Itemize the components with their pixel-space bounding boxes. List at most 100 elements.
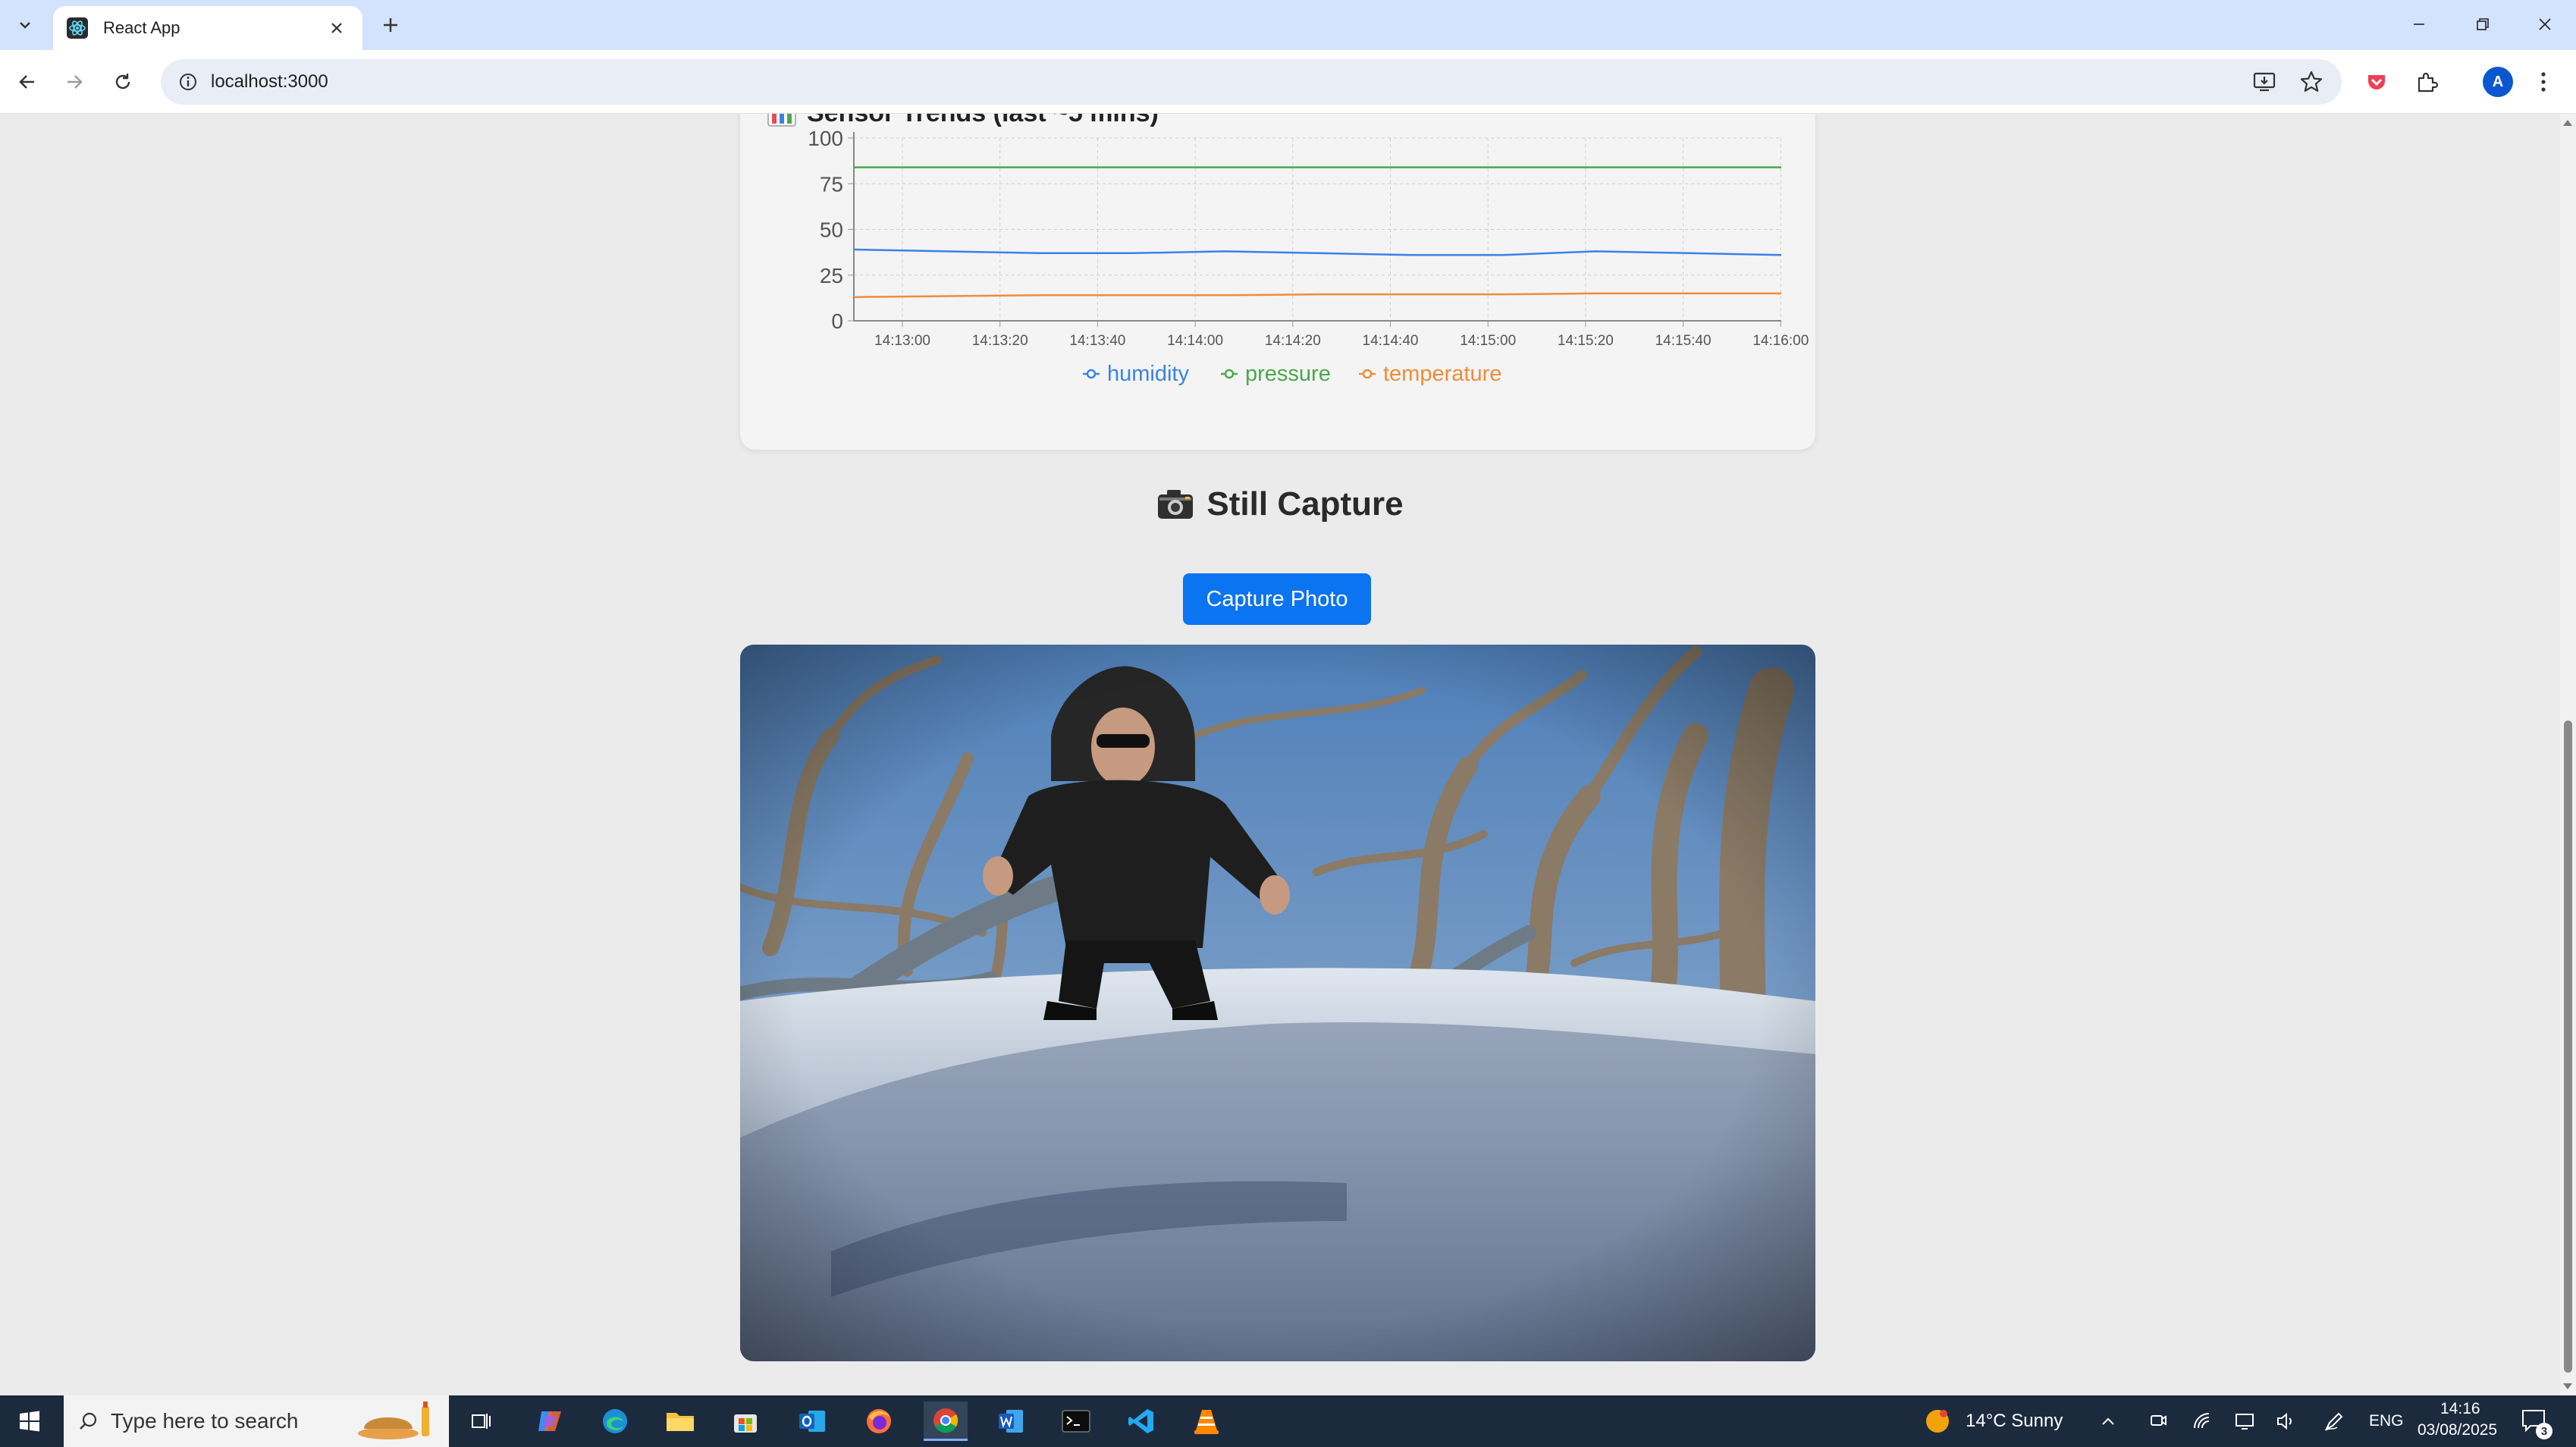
camera-icon	[1158, 490, 1194, 519]
clock-date[interactable]: 03/08/2025	[2418, 1421, 2497, 1439]
chrome-icon	[933, 1408, 959, 1433]
tab-search-button[interactable]	[9, 9, 41, 41]
minimize-button[interactable]	[2396, 8, 2442, 41]
x-tick-label: 14:13:40	[1069, 333, 1125, 349]
legend-marker-temperature	[1362, 369, 1373, 379]
url-text: localhost:3000	[211, 71, 328, 92]
extension-pocket-button[interactable]	[2358, 64, 2395, 100]
browser-toolbar: localhost:3000	[0, 50, 2576, 114]
captured-photo-image	[740, 645, 1815, 1361]
capture-photo-button[interactable]: Capture Photo	[1183, 573, 1371, 625]
x-tick-label: 14:15:20	[1558, 333, 1614, 349]
legend-label-humidity: humidity	[1107, 362, 1189, 386]
arrow-right-icon	[67, 75, 83, 89]
display-button[interactable]	[2229, 1401, 2260, 1441]
sensor-line-chart: 0 25 50 75 100 14:13:00 14:13:20 14:13:40 14:14:…	[808, 127, 1809, 386]
weather-text[interactable]: 14°C Sunny	[1966, 1411, 2063, 1432]
legend-marker-pressure	[1224, 369, 1235, 379]
more-vertical-icon	[2541, 72, 2546, 92]
scrollbar-thumb[interactable]	[2564, 720, 2572, 1373]
browser-tab[interactable]: React App	[53, 6, 362, 50]
page-viewport: 0 25 50 75 100 14:13:00 14:13:20 14:13:40 14:14:…	[0, 114, 2560, 1395]
y-tick-label: 75	[820, 172, 843, 196]
x-tick-label: 14:15:00	[1460, 333, 1516, 349]
tab-strip: React App	[0, 0, 2576, 50]
scroll-up-arrow[interactable]	[2563, 120, 2572, 126]
reload-button[interactable]	[106, 65, 140, 99]
vscode-button[interactable]	[1119, 1401, 1163, 1441]
arrow-left-icon	[19, 75, 34, 89]
x-tick-label: 14:13:20	[972, 333, 1028, 349]
vlc-button[interactable]	[1184, 1401, 1228, 1441]
chevron-down-icon	[20, 22, 30, 29]
chrome-button[interactable]	[924, 1401, 968, 1441]
y-tick-label: 25	[820, 264, 843, 287]
volume-button[interactable]	[2270, 1401, 2301, 1441]
reload-icon	[115, 74, 130, 89]
x-tick-label: 14:15:40	[1655, 333, 1712, 349]
terminal-icon	[1062, 1410, 1090, 1433]
wifi-icon	[2194, 1413, 2210, 1429]
notification-count-badge: 3	[2536, 1423, 2552, 1439]
pen-button[interactable]	[2319, 1401, 2349, 1441]
clock-time[interactable]: 14:16	[2440, 1400, 2480, 1418]
forward-button[interactable]	[58, 65, 91, 99]
firefox-button[interactable]	[857, 1401, 901, 1441]
tab-close-button[interactable]	[325, 16, 349, 40]
meet-icon	[2151, 1415, 2167, 1426]
edge-button[interactable]	[593, 1401, 637, 1441]
chevron-up-icon	[2102, 1417, 2114, 1425]
vlc-icon	[1194, 1410, 1219, 1434]
close-window-button[interactable]	[2522, 8, 2568, 41]
restore-icon	[2477, 18, 2489, 30]
language-indicator[interactable]: ENG	[2369, 1412, 2404, 1430]
taskbar-search-box[interactable]: Type here to search	[64, 1395, 449, 1447]
back-button[interactable]	[11, 65, 44, 99]
y-tick-label: 50	[820, 218, 843, 242]
scroll-down-arrow[interactable]	[2563, 1383, 2572, 1389]
bookmark-star-icon[interactable]	[2299, 70, 2323, 94]
meet-now-button[interactable]	[2143, 1401, 2173, 1441]
task-view-button[interactable]	[460, 1401, 504, 1441]
windows-taskbar: Type here to search 14°C Sunny ENG 14:16…	[0, 1395, 2576, 1447]
page-scrollbar[interactable]	[2560, 114, 2576, 1395]
series-line-temperature	[853, 292, 1781, 298]
microsoft-store-button[interactable]	[723, 1401, 767, 1441]
close-icon	[331, 23, 342, 33]
monitor-icon	[2236, 1414, 2254, 1430]
install-app-icon[interactable]	[2252, 70, 2276, 94]
store-icon	[734, 1414, 757, 1433]
browser-menu-button[interactable]	[2525, 64, 2562, 100]
terminal-button[interactable]	[1054, 1401, 1098, 1441]
new-tab-button[interactable]	[375, 9, 406, 41]
x-tick-label: 14:13:00	[874, 333, 930, 349]
search-icon	[80, 1412, 97, 1430]
restore-button[interactable]	[2460, 8, 2505, 41]
word-button[interactable]	[989, 1401, 1033, 1441]
extensions-button[interactable]	[2408, 64, 2445, 100]
chart-title-text: Sensor Trends (last ~5 mins)	[807, 114, 1159, 128]
legend-marker-humidity	[1086, 369, 1097, 379]
network-button[interactable]	[2187, 1401, 2217, 1441]
outlook-icon	[799, 1411, 825, 1432]
windows-logo-icon	[20, 1411, 39, 1432]
taskbar-search-placeholder: Type here to search	[111, 1409, 299, 1433]
show-hidden-icons-button[interactable]	[2093, 1401, 2123, 1441]
bar-chart-icon	[767, 114, 796, 127]
copilot-button[interactable]	[528, 1401, 572, 1441]
address-bar[interactable]: localhost:3000	[161, 59, 2342, 105]
start-button[interactable]	[8, 1401, 52, 1441]
notification-center-button[interactable]: 3	[2516, 1401, 2554, 1441]
vscode-icon	[1128, 1409, 1153, 1433]
y-tick-label: 100	[808, 127, 843, 150]
file-explorer-button[interactable]	[658, 1401, 702, 1441]
pen-icon	[2324, 1412, 2343, 1431]
profile-avatar[interactable]: A	[2483, 67, 2513, 97]
outlook-button[interactable]	[790, 1401, 834, 1441]
series-line-humidity	[853, 248, 1782, 256]
x-tick-label: 14:14:40	[1363, 333, 1419, 349]
weather-button[interactable]	[1919, 1401, 1956, 1441]
sun-icon	[1926, 1410, 1949, 1433]
still-capture-heading-text: Still Capture	[1206, 485, 1404, 523]
site-info-button[interactable]	[165, 59, 211, 105]
